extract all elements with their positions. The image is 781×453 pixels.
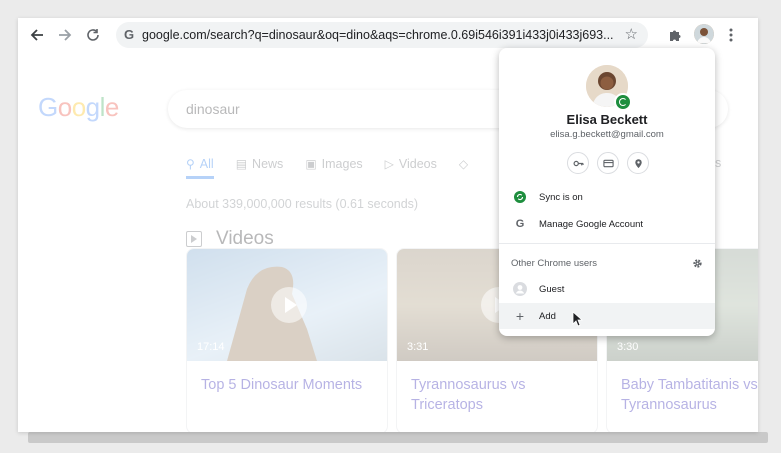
video-title: Baby Tambatitanis vs Tyrannosaurus [621, 377, 758, 413]
window-shadow [28, 432, 768, 443]
profile-menu: Elisa Beckett elisa.g.beckett@gmail.com … [499, 48, 715, 336]
video-title: Tyrannosaurus vs Triceratops [411, 377, 526, 413]
guest-avatar-icon [513, 282, 527, 296]
site-favicon: G [124, 27, 135, 42]
sync-icon [513, 190, 527, 204]
guest-user-item[interactable]: Guest [499, 276, 715, 302]
video-duration: 3:31 [407, 341, 429, 353]
video-icon [186, 231, 202, 247]
google-g-icon: G [515, 218, 525, 230]
star-icon[interactable]: ☆ [625, 25, 638, 43]
browser-toolbar: G google.com/search?q=dinosaur&oq=dino&a… [18, 18, 758, 52]
profile-avatar-button[interactable] [694, 24, 714, 44]
search-query-text: dinosaur [186, 101, 240, 117]
tab-news[interactable]: ▤ News [236, 152, 284, 176]
video-thumbnail: 17:14 [187, 249, 387, 361]
sync-badge-icon [614, 93, 632, 111]
reload-icon[interactable] [82, 24, 104, 46]
address-bar[interactable]: G google.com/search?q=dinosaur&oq=dino&a… [116, 22, 648, 48]
tag-icon: ◇ [458, 157, 469, 171]
location-pin-icon[interactable] [627, 152, 649, 174]
plus-icon: + [515, 308, 525, 324]
video-duration: 3:30 [617, 341, 639, 353]
tab-shopping[interactable]: ◇ [459, 152, 473, 176]
back-arrow-icon[interactable] [26, 24, 48, 46]
profile-name: Elisa Beckett [566, 112, 648, 127]
search-tabs: ⚲ All ▤ News ▣ Images ▷ Videos ◇ [186, 152, 495, 179]
google-logo[interactable]: Google [38, 92, 119, 123]
sync-status-item[interactable]: Sync is on [499, 184, 715, 210]
news-icon: ▤ [235, 157, 248, 171]
manage-account-item[interactable]: G Manage Google Account [499, 211, 715, 237]
menu-divider [499, 243, 715, 244]
other-users-heading: Other Chrome users [511, 258, 598, 269]
image-icon: ▣ [305, 157, 317, 171]
gear-icon[interactable] [690, 256, 704, 270]
video-duration: 17:14 [197, 341, 225, 353]
videos-heading: Videos [186, 228, 274, 250]
play-icon [271, 287, 307, 323]
video-title: Top 5 Dinosaur Moments [201, 377, 363, 393]
video-card[interactable]: 17:14 Top 5 Dinosaur Moments [186, 248, 388, 432]
card-icon[interactable] [597, 152, 619, 174]
profile-email: elisa.g.beckett@gmail.com [550, 129, 664, 140]
forward-arrow-icon[interactable] [54, 24, 76, 46]
puzzle-icon[interactable] [664, 24, 686, 46]
add-user-button[interactable]: + Add [499, 303, 715, 329]
mouse-cursor-icon [572, 311, 584, 332]
kebab-menu-icon[interactable] [720, 24, 742, 46]
tab-all[interactable]: ⚲ All [186, 152, 214, 179]
url-text: google.com/search?q=dinosaur&oq=dino&aqs… [142, 28, 614, 42]
results-count: About 339,000,000 results (0.61 seconds) [186, 197, 419, 211]
search-icon: ⚲ [186, 157, 195, 171]
key-icon[interactable] [567, 152, 589, 174]
tab-videos[interactable]: ▷ Videos [385, 152, 437, 176]
tab-images[interactable]: ▣ Images [305, 152, 362, 176]
video-icon: ▷ [384, 157, 394, 171]
